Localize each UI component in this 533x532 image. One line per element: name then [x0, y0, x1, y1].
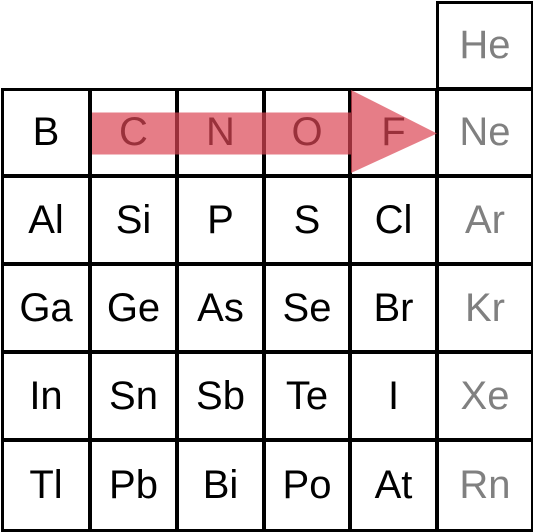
element-symbol: Pb [109, 463, 158, 507]
element-symbol: Te [285, 373, 329, 418]
element-symbol: As [197, 285, 244, 330]
element-cell-rn: Rn [436, 439, 533, 532]
element-symbol: O [291, 110, 323, 154]
element-cell-i: I [349, 351, 438, 441]
element-symbol: Ar [465, 197, 505, 242]
element-symbol: Ne [459, 110, 511, 154]
element-cell-in: In [1, 351, 91, 441]
element-cell-f: F [349, 88, 438, 177]
element-cell-bi: Bi [176, 439, 265, 532]
element-symbol: Br [373, 285, 414, 330]
element-symbol: At [374, 463, 413, 507]
element-symbol: I [387, 373, 400, 418]
element-cell-xe: Xe [436, 351, 533, 441]
element-cell-at: At [349, 439, 438, 532]
element-symbol: Rn [459, 463, 511, 507]
element-symbol: B [32, 110, 60, 154]
element-cell-ga: Ga [1, 263, 91, 353]
element-cell-br: Br [349, 263, 438, 353]
element-symbol: N [206, 110, 235, 154]
element-symbol: C [119, 110, 148, 154]
element-cell-n: N [176, 88, 265, 177]
element-symbol: Ge [106, 285, 161, 330]
element-cell-cl: Cl [349, 175, 438, 265]
element-cell-kr: Kr [436, 263, 533, 353]
element-symbol: Sn [109, 373, 158, 418]
element-symbol: Sb [196, 373, 245, 418]
element-symbol: He [459, 23, 511, 67]
element-cell-ne: Ne [436, 88, 533, 177]
element-cell-s: S [263, 175, 351, 265]
element-cell-po: Po [263, 439, 351, 532]
element-cell-si: Si [89, 175, 178, 265]
element-cell-ge: Ge [89, 263, 178, 353]
element-cell-tl: Tl [1, 439, 91, 532]
element-cell-al: Al [1, 175, 91, 265]
element-symbol: Kr [465, 285, 505, 330]
element-symbol: P [207, 197, 234, 242]
element-symbol: In [29, 373, 63, 418]
element-symbol: Po [282, 463, 332, 507]
element-cell-sn: Sn [89, 351, 178, 441]
element-cell-as: As [176, 263, 265, 353]
element-symbol: Bi [202, 463, 239, 507]
element-cell-he: He [436, 1, 533, 90]
element-symbol: Xe [460, 373, 510, 418]
element-cell-p: P [176, 175, 265, 265]
element-symbol: Al [28, 197, 64, 242]
element-cell-se: Se [263, 263, 351, 353]
element-symbol: F [381, 110, 406, 154]
element-symbol: Cl [374, 197, 413, 242]
element-cell-sb: Sb [176, 351, 265, 441]
element-symbol: Si [115, 197, 152, 242]
element-cell-b: B [1, 88, 91, 177]
element-symbol: Tl [29, 463, 63, 507]
element-cell-o: O [263, 88, 351, 177]
element-symbol: S [293, 197, 321, 242]
element-cell-c: C [89, 88, 178, 177]
element-cell-ar: Ar [436, 175, 533, 265]
element-symbol: Se [282, 285, 332, 330]
element-symbol: Ga [19, 285, 73, 330]
element-cell-te: Te [263, 351, 351, 441]
element-cell-pb: Pb [89, 439, 178, 532]
